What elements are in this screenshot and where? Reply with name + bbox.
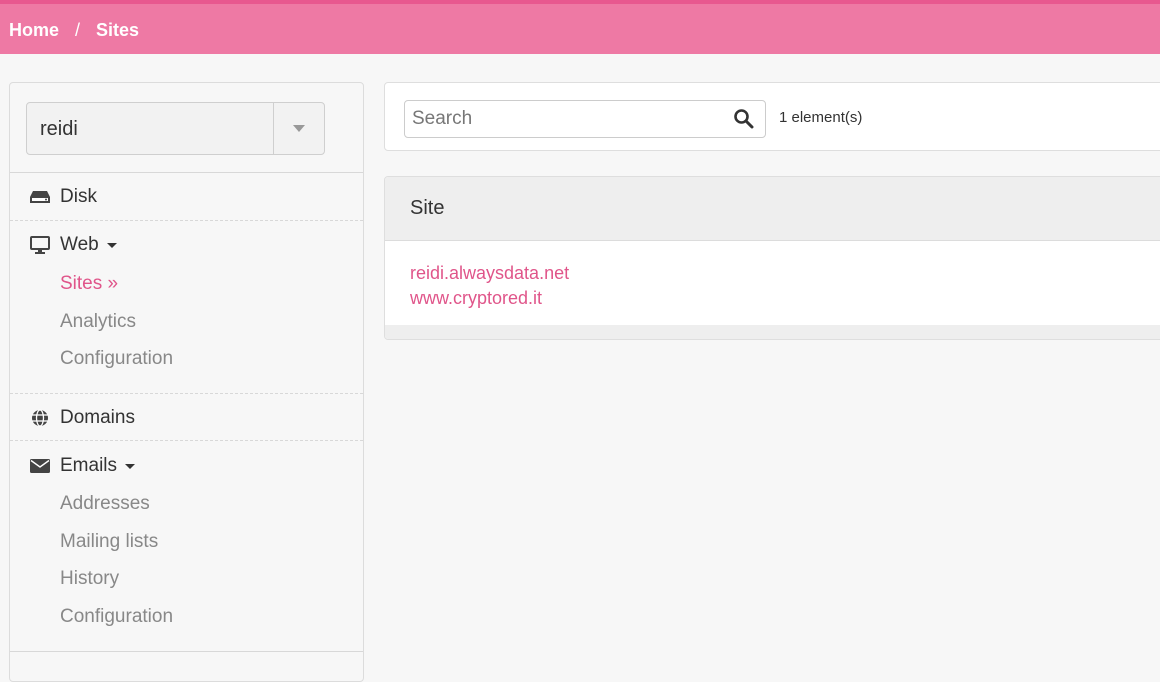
sidebar-subitem-sites[interactable]: Sites » (60, 273, 118, 295)
sidebar-item-emails[interactable]: Emails (30, 455, 136, 477)
caret-down-icon (125, 463, 136, 469)
dropdown-toggle[interactable] (273, 103, 324, 154)
sidebar-subitem-addresses[interactable]: Addresses (60, 493, 150, 515)
envelope-icon (30, 456, 50, 476)
breadcrumb: Home / Sites (9, 20, 139, 41)
breadcrumb-home[interactable]: Home (9, 20, 59, 41)
table-header: Site (385, 177, 1160, 241)
sidebar-item-label: Domains (60, 407, 135, 428)
sidebar-item-label: Web (60, 234, 99, 255)
site-link[interactable]: reidi.alwaysdata.net (410, 263, 569, 284)
divider (10, 440, 363, 441)
breadcrumb-current: Sites (96, 20, 140, 40)
sidebar-subitem-web-configuration[interactable]: Configuration (60, 348, 173, 370)
sidebar-subitem-mailing-lists[interactable]: Mailing lists (60, 531, 158, 553)
sidebar-item-domains[interactable]: Domains (30, 407, 135, 429)
sites-table: Site reidi.alwaysdata.net www.cryptored.… (384, 176, 1160, 340)
divider (10, 393, 363, 394)
sidebar-subitem-analytics[interactable]: Analytics (60, 311, 136, 333)
table-footer (385, 325, 1160, 339)
sidebar-item-disk[interactable]: Disk (30, 186, 97, 208)
search-panel: 1 element(s) (384, 82, 1160, 151)
sidebar-item-web[interactable]: Web (30, 234, 117, 256)
divider (10, 172, 363, 173)
table-row: reidi.alwaysdata.net www.cryptored.it (385, 241, 1160, 326)
sidebar-item-label: Disk (60, 186, 97, 207)
caret-down-icon (293, 125, 305, 132)
top-bar: Home / Sites (0, 0, 1160, 54)
sidebar-subitem-history[interactable]: History (60, 568, 119, 590)
breadcrumb-separator: / (75, 20, 81, 40)
hdd-icon (30, 187, 50, 207)
search-icon[interactable] (733, 108, 755, 130)
site-link[interactable]: www.cryptored.it (410, 288, 542, 309)
column-header-site[interactable]: Site (410, 197, 444, 220)
sidebar-item-label: Emails (60, 455, 118, 476)
divider (10, 651, 363, 652)
sidebar: reidi Disk Web Sites » Analytics Configu… (9, 82, 364, 682)
search-box (404, 100, 766, 138)
account-select[interactable]: reidi (26, 102, 325, 155)
divider (10, 220, 363, 221)
account-select-value: reidi (40, 118, 78, 140)
caret-down-icon (106, 242, 117, 248)
element-count: 1 element(s) (779, 109, 863, 126)
monitor-icon (30, 235, 50, 255)
sidebar-subitem-email-configuration[interactable]: Configuration (60, 606, 173, 628)
globe-icon (30, 408, 50, 428)
search-input[interactable] (405, 101, 729, 137)
